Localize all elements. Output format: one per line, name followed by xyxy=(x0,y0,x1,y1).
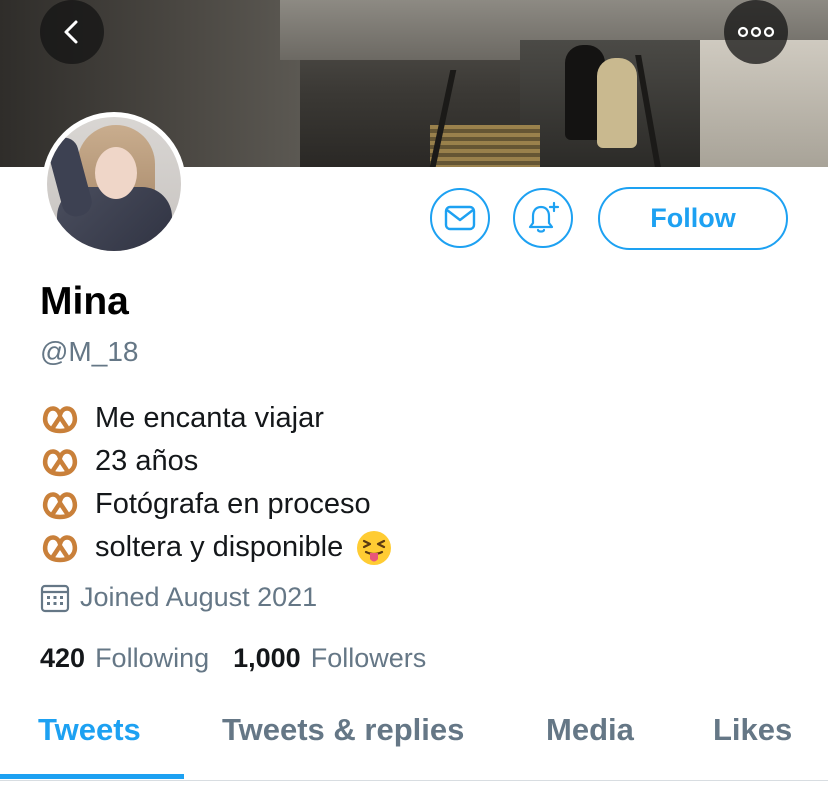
profile-tabs: Tweets Tweets & replies Media Likes xyxy=(0,700,828,781)
more-horizontal-icon xyxy=(737,26,775,38)
follow-stats: 420 Following 1,000 Followers xyxy=(40,643,450,674)
avatar-photo xyxy=(47,117,181,251)
pretzel-icon xyxy=(42,534,78,562)
following-count[interactable]: 420 xyxy=(40,643,85,674)
message-button[interactable] xyxy=(430,188,490,248)
joined-text: Joined August 2021 xyxy=(80,582,318,612)
follow-button[interactable]: Follow xyxy=(598,187,788,250)
profile-avatar[interactable] xyxy=(42,112,186,256)
bell-plus-icon xyxy=(528,201,560,233)
followers-count[interactable]: 1,000 xyxy=(233,643,301,674)
chevron-left-icon xyxy=(64,20,78,44)
active-tab-indicator xyxy=(0,774,184,779)
tab-media[interactable]: Media xyxy=(546,712,634,748)
pretzel-icon xyxy=(42,491,78,519)
pretzel-icon xyxy=(42,405,78,433)
profile-bio: Me encanta viajar 23 años Fotógrafa en p… xyxy=(40,397,800,569)
tab-tweets-replies[interactable]: Tweets & replies xyxy=(222,712,464,748)
followers-label[interactable]: Followers xyxy=(311,643,427,674)
mail-icon xyxy=(444,205,476,231)
banner-person xyxy=(597,58,637,148)
more-options-button[interactable] xyxy=(724,0,788,64)
calendar-icon xyxy=(40,584,70,612)
profile-name: Mina xyxy=(40,280,129,323)
bio-text: soltera y disponible xyxy=(95,531,344,563)
squinting-tongue-face-icon xyxy=(357,530,392,565)
tab-likes[interactable]: Likes xyxy=(713,712,792,748)
bio-line: 23 años xyxy=(40,440,800,483)
bio-line: Me encanta viajar xyxy=(40,397,800,440)
back-button[interactable] xyxy=(40,0,104,64)
bio-line: Fotógrafa en proceso xyxy=(40,483,800,526)
pretzel-icon xyxy=(42,448,78,476)
joined-date: Joined August 2021 xyxy=(40,582,317,613)
banner-stairs xyxy=(430,125,540,167)
bio-line: soltera y disponible xyxy=(40,526,800,569)
bio-text: 23 años xyxy=(95,445,199,477)
profile-handle: @M_18 xyxy=(40,336,139,367)
avatar-face xyxy=(95,147,137,199)
bio-text: Me encanta viajar xyxy=(95,402,324,434)
bio-text: Fotógrafa en proceso xyxy=(95,488,371,520)
tab-tweets[interactable]: Tweets xyxy=(38,712,141,748)
following-label[interactable]: Following xyxy=(95,643,209,674)
notifications-button[interactable] xyxy=(513,188,573,248)
